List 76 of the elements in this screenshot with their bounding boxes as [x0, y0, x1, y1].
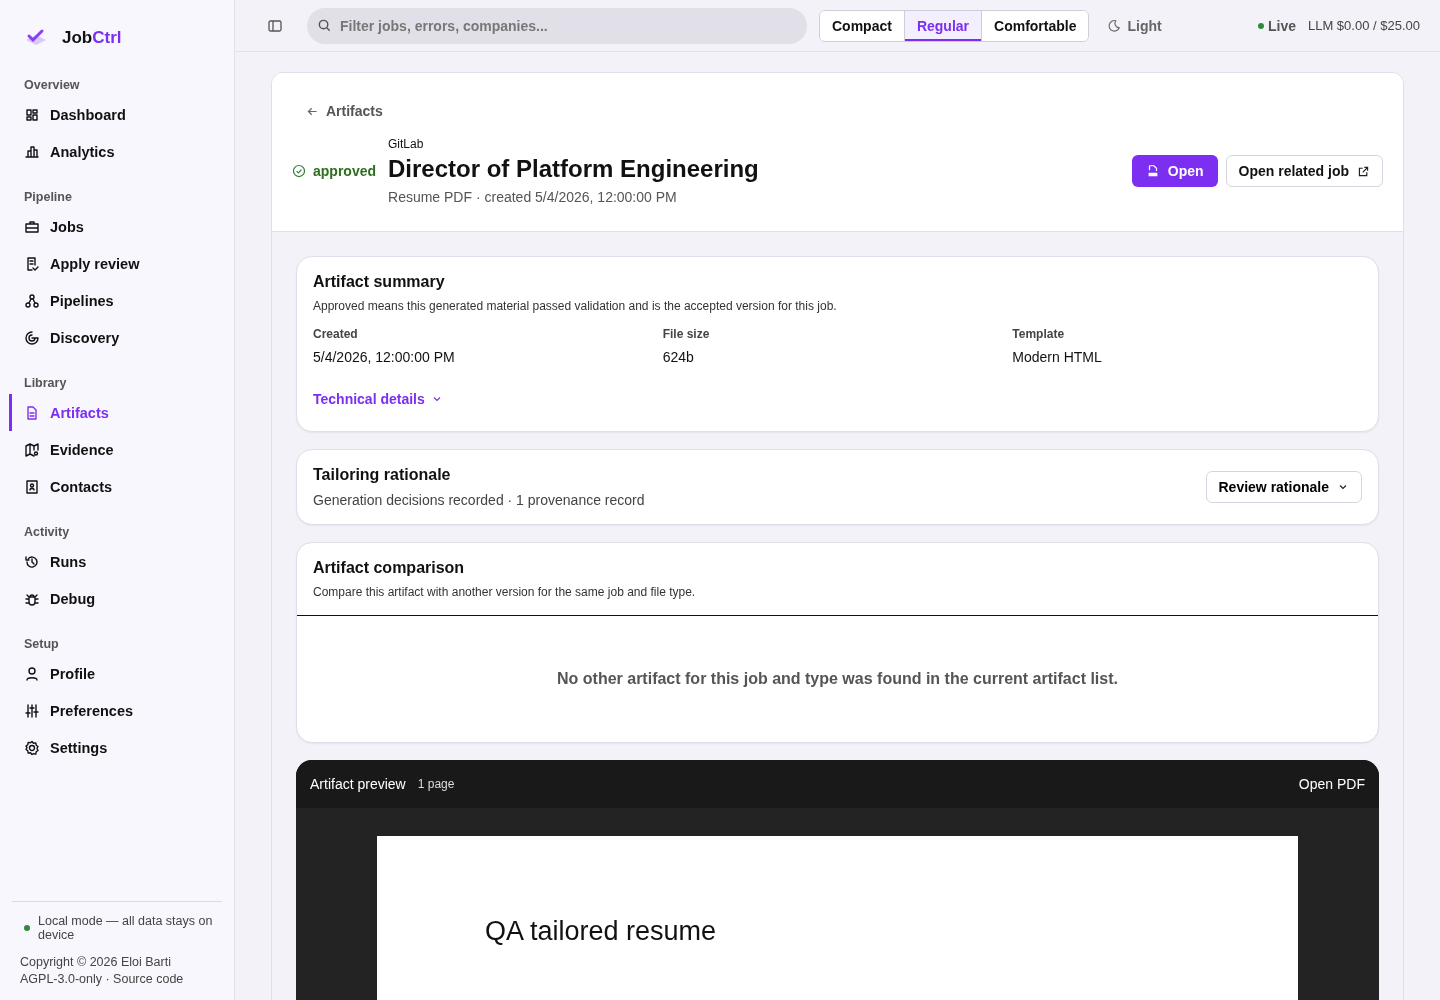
density-option[interactable]: Comfortable [981, 10, 1089, 41]
section-heading: Setup [23, 636, 60, 653]
nav-item[interactable]: Settings [9, 729, 222, 766]
sliders-icon [24, 702, 40, 719]
external-link-icon [1357, 164, 1370, 178]
nav-item[interactable]: Runs [9, 543, 222, 580]
nav-item[interactable]: Dashboard [9, 96, 222, 133]
theme-toggle[interactable]: Light [1101, 16, 1168, 35]
nodes-icon [24, 292, 40, 309]
history-icon [24, 553, 40, 570]
user-icon [24, 665, 40, 682]
copyright-text: Copyright © 2026 Eloi Barti [20, 954, 172, 971]
nav-item[interactable]: Evidence [9, 431, 222, 468]
section-heading: Pipeline [23, 189, 73, 206]
field-value: Modern HTML [1012, 349, 1103, 365]
card-description: Approved means this generated material passed validation and is the accepted version for this job. [313, 299, 838, 313]
search-field[interactable]: Filter jobs, errors, companies... [307, 7, 807, 44]
preview-title: Artifact preview [310, 776, 406, 792]
open-pdf-link[interactable]: Open PDF [1298, 776, 1365, 792]
status-dot [24, 925, 30, 931]
check-circle-icon [292, 164, 306, 178]
grid-icon [24, 106, 40, 123]
section-heading: Activity [23, 524, 71, 541]
card-subtitle: Generation decisions recorded · 1 provenance record [313, 492, 645, 508]
field-label: File size [662, 327, 711, 341]
map-icon [24, 441, 40, 458]
nav-item[interactable]: Preferences [9, 692, 222, 729]
nav-item[interactable]: Debug [9, 580, 222, 617]
field-value: 5/4/2026, 12:00:00 PM [313, 349, 456, 365]
page-title: Director of Platform Engineering [388, 155, 760, 183]
nav-item[interactable]: Artifacts [9, 394, 222, 431]
card-title: Tailoring rationale [313, 466, 452, 484]
nav-item[interactable]: Analytics [9, 133, 222, 170]
open-related-job-button[interactable]: Open related job [1225, 155, 1383, 187]
contact-book-icon [24, 478, 40, 495]
brand-name: JobCtrl [62, 28, 122, 48]
nav-item[interactable]: Pipelines [9, 282, 222, 319]
nav-item[interactable]: Discovery [9, 319, 222, 356]
license-text: AGPL-3.0-only · [20, 972, 110, 986]
document-heading: QA tailored resume [485, 916, 718, 947]
open-button[interactable]: Open [1131, 155, 1218, 187]
empty-message: No other artifact for this job and type was found in the current artifact list. [556, 669, 1119, 689]
page-count: 1 page [417, 777, 455, 791]
briefcase-icon [24, 218, 40, 235]
local-mode-text: Local mode — all data stays on device [38, 914, 214, 942]
review-rationale-button[interactable]: Review rationale [1205, 471, 1362, 503]
back-link[interactable]: Artifacts [292, 103, 1383, 119]
clipboard-check-icon [24, 255, 40, 272]
live-dot [1257, 22, 1264, 29]
page-subtitle: Resume PDF · created 5/4/2026, 12:00:00 PM [388, 189, 678, 205]
field-value: 624b [662, 349, 695, 365]
section-heading: Overview [23, 77, 81, 94]
moon-icon [1107, 18, 1122, 33]
source-code-link[interactable]: Source code [113, 972, 184, 986]
technical-details-toggle[interactable]: Technical details [313, 391, 443, 407]
nav-item[interactable]: Contacts [9, 468, 222, 505]
nav-item[interactable]: Jobs [9, 208, 222, 245]
bar-chart-icon [24, 143, 40, 160]
nav-item[interactable]: Apply review [9, 245, 222, 282]
company-name: GitLab [388, 137, 425, 151]
nav-item[interactable]: Profile [9, 655, 222, 692]
live-status: Live [1267, 17, 1296, 34]
gear-icon [24, 739, 40, 756]
card-title: Artifact summary [313, 273, 446, 291]
section-heading: Library [23, 375, 68, 392]
card-title: Artifact comparison [313, 559, 466, 577]
sidebar-toggle-icon[interactable] [267, 17, 283, 34]
field-label: Template [1012, 327, 1066, 341]
density-option[interactable]: Regular [903, 10, 982, 41]
logo-icon [24, 28, 48, 48]
card-description: Compare this artifact with another version for the same job and file type. [313, 585, 697, 599]
llm-budget: LLM $0.00 / $25.00 [1307, 18, 1420, 33]
document-icon [24, 404, 40, 421]
field-label: Created [313, 327, 359, 341]
search-icon [317, 17, 332, 33]
status-label: approved [313, 163, 376, 179]
